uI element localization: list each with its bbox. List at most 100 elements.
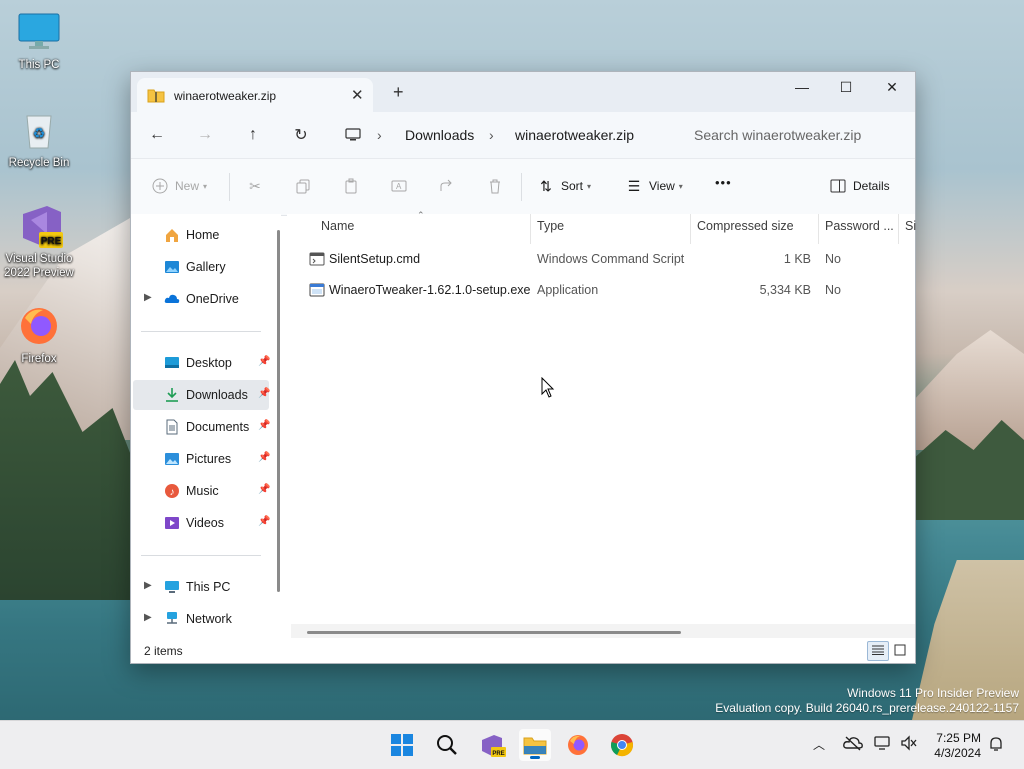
rename-icon: A — [390, 177, 408, 195]
tab-winaerotweaker-zip[interactable]: winaerotweaker.zip ✕ — [137, 78, 373, 112]
pin-icon: 📌 — [258, 420, 271, 431]
back-button[interactable]: ← — [143, 123, 171, 147]
column-divider[interactable] — [530, 214, 531, 244]
column-divider[interactable] — [818, 214, 819, 244]
desktop-icon-firefox[interactable]: Firefox — [0, 304, 78, 366]
column-header-password[interactable]: Password ... — [825, 219, 894, 233]
table-row[interactable]: SilentSetup.cmd Windows Command Script 1… — [305, 244, 915, 274]
copy-button[interactable] — [294, 177, 318, 195]
sort-button[interactable]: ⇅ Sort ▾ — [537, 177, 591, 195]
maximize-button[interactable]: ☐ — [823, 72, 869, 102]
evaluation-watermark: Windows 11 Pro Insider Preview Evaluatio… — [715, 686, 1019, 716]
sidebar-item-videos[interactable]: Videos 📌 — [133, 508, 270, 538]
minimize-button[interactable]: — — [779, 72, 825, 102]
share-button[interactable] — [438, 177, 462, 195]
videos-icon — [164, 515, 180, 531]
chevron-right-icon[interactable]: ▶ — [144, 580, 152, 591]
sidebar-item-network[interactable]: ▶ Network — [133, 604, 269, 634]
firefox-icon — [17, 304, 61, 348]
taskbar-file-explorer[interactable] — [519, 729, 551, 761]
column-header-type[interactable]: Type — [537, 219, 564, 233]
close-icon: ✕ — [886, 78, 898, 95]
chevron-up-icon[interactable]: ︿ — [813, 736, 825, 753]
visual-studio-icon: PRE — [480, 734, 506, 761]
desktop-folder-icon — [164, 355, 180, 371]
refresh-icon: ↻ — [294, 127, 308, 144]
wallpaper-trees-left — [0, 360, 150, 600]
mouse-pointer-icon — [541, 376, 555, 402]
forward-arrow-icon: → — [197, 126, 213, 143]
breadcrumb-zip[interactable]: winaerotweaker.zip — [515, 127, 634, 143]
sidebar-item-downloads[interactable]: Downloads 📌 — [133, 380, 270, 410]
desktop-icon-recycle-bin[interactable]: ♻ Recycle Bin — [0, 108, 78, 170]
sidebar-item-label: Documents — [186, 420, 250, 434]
taskbar-visual-studio[interactable]: PRE — [476, 729, 508, 761]
delete-button[interactable] — [486, 177, 510, 195]
sidebar-item-pictures[interactable]: Pictures 📌 — [133, 444, 271, 474]
sidebar-item-onedrive[interactable]: ▶ OneDrive — [133, 284, 269, 314]
view-label: View — [649, 179, 675, 193]
this-pc-icon — [164, 579, 180, 595]
desktop-icon-visual-studio[interactable]: PRE Visual Studio 2022 Preview — [0, 204, 78, 280]
more-options-button[interactable]: ••• — [715, 175, 732, 190]
sidebar-item-home[interactable]: Home — [133, 220, 269, 250]
pre-badge: PRE — [492, 751, 504, 757]
file-type: Windows Command Script — [537, 252, 685, 266]
taskbar-chrome[interactable] — [606, 729, 638, 761]
forward-button[interactable]: → — [191, 123, 219, 147]
column-header-size[interactable]: Si — [905, 219, 916, 233]
view-button[interactable]: ☰ View ▾ — [625, 177, 683, 195]
details-label: Details — [853, 179, 890, 193]
new-label: New — [175, 179, 200, 193]
sidebar-item-this-pc[interactable]: ▶ This PC — [133, 572, 269, 602]
address-bar[interactable]: › Downloads › winaerotweaker.zip — [335, 118, 671, 152]
search-button[interactable] — [431, 729, 463, 761]
table-row[interactable]: WinaeroTweaker-1.62.1.0-setup.exe Applic… — [305, 275, 915, 305]
horizontal-scrollbar-thumb[interactable] — [307, 631, 681, 634]
sidebar-item-music[interactable]: ♪ Music 📌 — [133, 476, 270, 506]
tab-close-icon[interactable]: ✕ — [351, 86, 364, 104]
sidebar-item-desktop[interactable]: Desktop 📌 — [133, 348, 270, 378]
new-tab-button[interactable]: + — [393, 82, 404, 103]
file-explorer-window: winaerotweaker.zip ✕ + — ☐ ✕ ← → ↑ ↻ › D… — [130, 71, 916, 664]
column-divider[interactable] — [898, 214, 899, 244]
new-button[interactable]: New ▾ — [151, 177, 207, 195]
navigation-pane-scrollbar[interactable] — [277, 230, 280, 592]
column-header-compressed-size[interactable]: Compressed size — [697, 219, 794, 233]
breadcrumb-downloads[interactable]: Downloads — [405, 127, 474, 143]
up-button[interactable]: ↑ — [239, 123, 267, 147]
volume-muted-icon[interactable] — [900, 735, 918, 754]
desktop-icon-this-pc[interactable]: This PC — [0, 10, 78, 72]
search-input[interactable]: Search winaerotweaker.zip — [676, 118, 915, 152]
breadcrumb-separator: › — [489, 127, 494, 143]
large-icons-view-button[interactable] — [889, 641, 911, 661]
rename-button[interactable]: A — [390, 177, 414, 195]
view-list-icon: ☰ — [627, 177, 641, 194]
pre-badge: PRE — [41, 236, 62, 247]
sidebar-item-gallery[interactable]: Gallery — [133, 252, 269, 282]
visual-studio-icon: PRE — [17, 204, 63, 248]
onedrive-tray-icon[interactable] — [843, 735, 863, 754]
chevron-right-icon[interactable]: ▶ — [144, 292, 152, 303]
pin-icon: 📌 — [258, 452, 271, 463]
cut-button[interactable]: ✂ — [246, 177, 270, 195]
details-pane-button[interactable]: Details — [829, 177, 890, 195]
chevron-right-icon[interactable]: ▶ — [144, 612, 152, 623]
clock[interactable]: 7:25 PM 4/3/2024 — [934, 731, 981, 761]
paste-button[interactable] — [342, 177, 366, 195]
refresh-button[interactable]: ↻ — [287, 123, 315, 147]
start-button[interactable] — [386, 729, 418, 761]
plus-circle-icon — [151, 177, 169, 195]
notification-bell-icon[interactable] — [988, 736, 1004, 755]
details-view-button[interactable] — [867, 641, 889, 661]
breadcrumb-separator: › — [377, 127, 382, 143]
network-tray-icon[interactable] — [874, 735, 892, 754]
download-icon — [164, 387, 180, 403]
column-header-name[interactable]: Name — [321, 219, 354, 233]
sidebar-item-documents[interactable]: Documents 📌 — [133, 412, 271, 442]
monitor-icon — [17, 10, 61, 54]
close-window-button[interactable]: ✕ — [869, 72, 915, 102]
svg-text:A: A — [396, 182, 402, 191]
taskbar-firefox[interactable] — [562, 729, 594, 761]
column-divider[interactable] — [690, 214, 691, 244]
